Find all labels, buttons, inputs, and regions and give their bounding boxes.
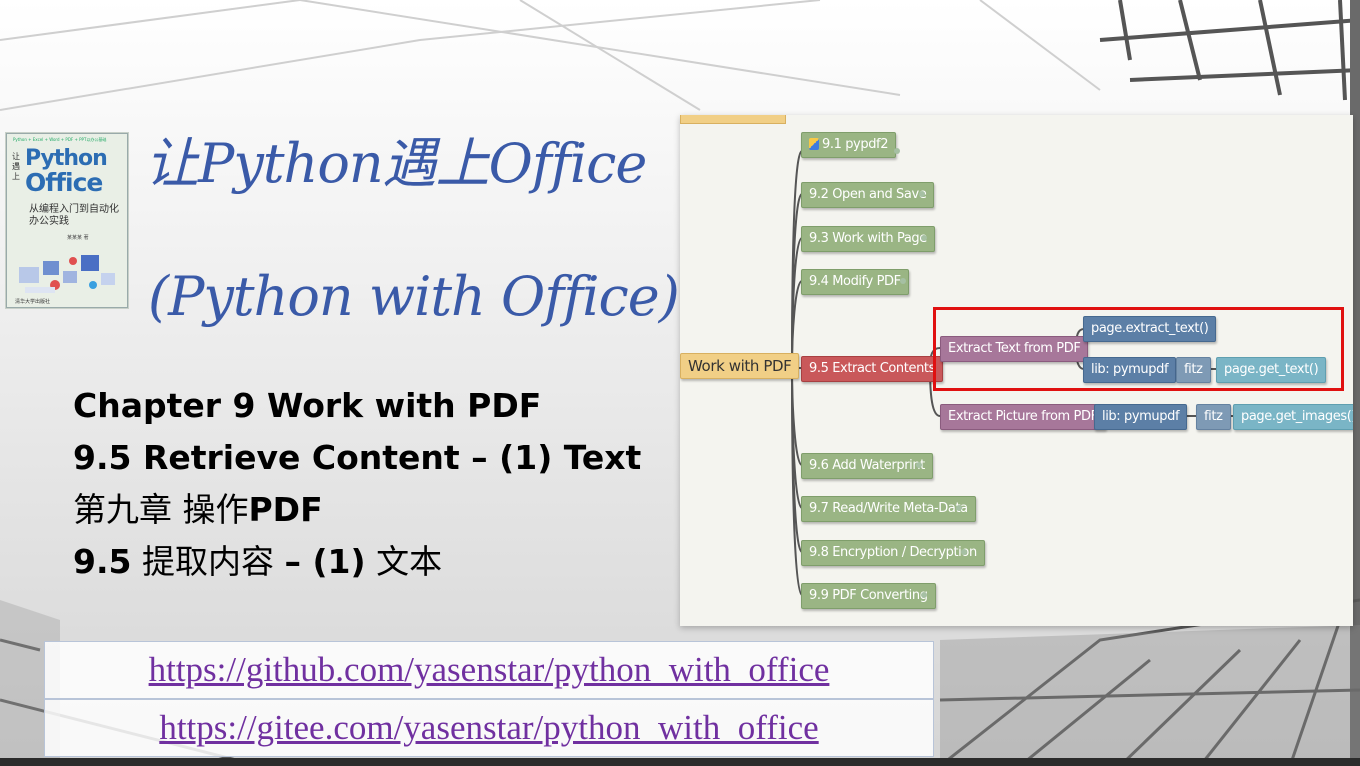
- mindmap-node-9-6[interactable]: 9.6 Add Waterprint: [801, 453, 933, 479]
- book-office-word: Office: [25, 168, 103, 197]
- highlight-box: [933, 307, 1344, 391]
- book-publisher: 清华大学出版社: [15, 299, 51, 305]
- chapter-line-2: 9.5 Retrieve Content – (1) Text: [73, 438, 642, 477]
- mindmap-node-9-8[interactable]: 9.8 Encryption / Decryption: [801, 540, 985, 566]
- collapse-dot[interactable]: [894, 148, 900, 154]
- mindmap-node-fitz-picture[interactable]: fitz: [1196, 404, 1231, 430]
- mindmap-root-node[interactable]: Work with PDF: [680, 353, 800, 379]
- book-illustration: [19, 255, 115, 293]
- collapse-dot[interactable]: [956, 505, 962, 511]
- title-english: (Python with Office): [148, 265, 680, 328]
- chapter-line-4-cn: 提取内容: [131, 542, 285, 581]
- collapse-dot[interactable]: [921, 592, 927, 598]
- pypdf-icon: [809, 138, 819, 150]
- mindmap-node-9-5[interactable]: 9.5 Extract Contents: [801, 356, 943, 382]
- mindmap-node-9-3[interactable]: 9.3 Work with Page: [801, 226, 935, 252]
- collapse-dot[interactable]: [900, 278, 906, 284]
- mindmap-node-9-1-label: 9.1 pypdf2: [822, 137, 889, 152]
- mindmap-node-page-get-images[interactable]: page.get_images(): [1233, 404, 1353, 430]
- mindmap-node-9-4[interactable]: 9.4 Modify PDF: [801, 269, 909, 295]
- chapter-line-4-num: 9.5: [73, 542, 132, 581]
- chapter-line-4-end: 文本: [365, 542, 443, 581]
- mindmap-node-9-1[interactable]: 9.1 pypdf2: [801, 132, 897, 158]
- gitee-link[interactable]: https://gitee.com/yasenstar/python_with_…: [159, 708, 818, 748]
- title-chinese: 让Python遇上Office: [145, 132, 647, 195]
- book-python-word: Python: [25, 146, 108, 171]
- book-cover: Python + Excel + Word + PDF + PPT以办公基础 让…: [6, 133, 128, 308]
- book-subtitle: 从编程入门到自动化办公实践: [29, 204, 119, 227]
- collapse-dot[interactable]: [921, 235, 927, 241]
- github-link-box: https://github.com/yasenstar/python_with…: [44, 641, 934, 699]
- mindmap-node-9-9[interactable]: 9.9 PDF Converting: [801, 583, 936, 609]
- chapter-line-4: 9.5 提取内容 – (1) 文本: [73, 539, 442, 585]
- book-author: 某某某 著: [67, 235, 89, 241]
- collapse-dot[interactable]: [961, 549, 967, 555]
- chapter-line-3-cn: 第九章 操作: [73, 490, 249, 529]
- book-top-line: Python + Excel + Word + PDF + PPT以办公基础: [13, 137, 107, 142]
- gitee-link-box: https://gitee.com/yasenstar/python_with_…: [44, 699, 934, 757]
- collapse-dot[interactable]: [916, 462, 922, 468]
- mindmap-node-9-7[interactable]: 9.7 Read/Write Meta-Data: [801, 496, 976, 522]
- mindmap-node-lib-pymupdf-picture[interactable]: lib: pymupdf: [1094, 404, 1188, 430]
- mindmap-panel: Work with PDF 9.1 pypdf2 9.2 Open and Sa…: [680, 115, 1353, 626]
- chapter-line-3: 第九章 操作PDF: [73, 487, 323, 533]
- chapter-line-1: Chapter 9 Work with PDF: [73, 386, 542, 425]
- chapter-line-4-bold: – (1): [284, 542, 366, 581]
- book-side-text: 让遇上: [12, 152, 20, 181]
- github-link[interactable]: https://github.com/yasenstar/python_with…: [149, 650, 830, 690]
- collapse-dot[interactable]: [919, 191, 925, 197]
- mindmap-node-9-2[interactable]: 9.2 Open and Save: [801, 182, 935, 208]
- mindmap-node-extract-picture[interactable]: Extract Picture from PDF: [940, 404, 1106, 430]
- chapter-line-3-bold: PDF: [248, 490, 323, 529]
